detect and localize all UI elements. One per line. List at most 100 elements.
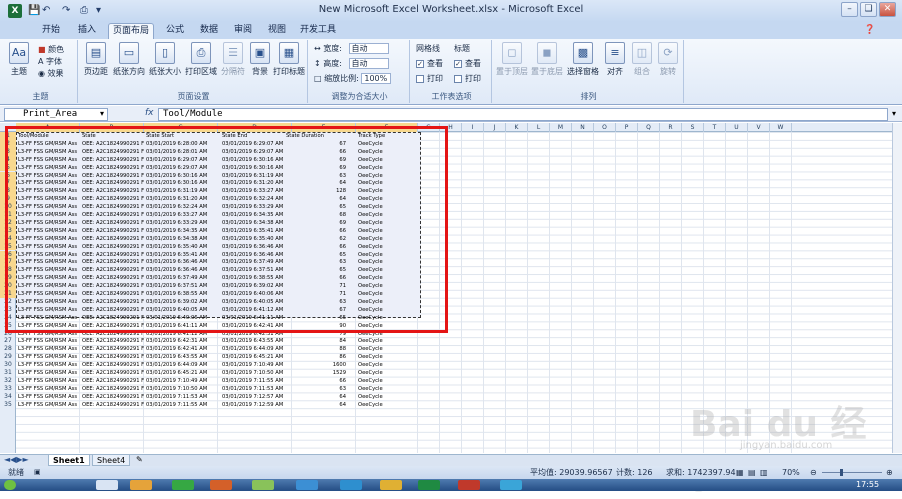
table-cell[interactable]: L3-FF FSS GM/RSM Ass xyxy=(18,282,82,290)
table-cell[interactable]: 69 xyxy=(286,219,346,227)
table-cell[interactable]: OEE: A2C1824990291 F xyxy=(82,235,146,243)
column-header-e[interactable]: E xyxy=(292,123,356,132)
table-cell[interactable]: L3-FF FSS GM/RSM Ass xyxy=(18,243,82,251)
table-cell[interactable]: 67 xyxy=(286,140,346,148)
table-cell[interactable]: OEE: A2C1824990291 F xyxy=(82,345,146,353)
table-cell[interactable]: OEE: A2C1824990291 F xyxy=(82,266,146,274)
table-cell[interactable]: 84 xyxy=(286,337,346,345)
table-cell[interactable]: 03/01/2019 6:36:46 AM xyxy=(146,258,220,266)
table-cell[interactable]: L3-FF FSS GM/RSM Ass xyxy=(18,156,82,164)
table-cell[interactable]: OEE: A2C1824990291 F xyxy=(82,306,146,314)
table-cell[interactable]: 03/01/2019 6:39:02 AM xyxy=(146,298,220,306)
column-header-p[interactable]: P xyxy=(616,123,638,132)
table-cell[interactable]: L3-FF FSS GM/RSM Ass xyxy=(18,179,82,187)
headings-view-checkbox[interactable]: ✓ xyxy=(454,59,462,68)
table-cell[interactable]: L3-FF FSS GM/RSM Ass xyxy=(18,330,82,338)
table-cell[interactable]: L3-FF FSS GM/RSM Ass xyxy=(18,401,82,409)
name-box-dropdown-icon[interactable]: ▾ xyxy=(100,109,104,118)
table-cell[interactable]: 03/01/2019 6:33:27 AM xyxy=(146,211,220,219)
table-cell[interactable]: 03/01/2019 6:41:11 AM xyxy=(146,322,220,330)
table-cell[interactable]: OeeCycle xyxy=(358,330,418,338)
sheet-tab-sheet4[interactable]: Sheet4 xyxy=(92,455,131,466)
table-cell[interactable]: L3-FF FSS GM/RSM Ass xyxy=(18,266,82,274)
row-header[interactable]: 18 xyxy=(0,266,16,275)
table-cell[interactable]: 03/01/2019 6:31:19 AM xyxy=(146,187,220,195)
table-cell[interactable]: L3-FF FSS GM/RSM Ass xyxy=(18,140,82,148)
row-header[interactable]: 13 xyxy=(0,226,16,235)
table-cell[interactable]: OEE: A2C1824990291 F xyxy=(82,393,146,401)
table-cell[interactable]: OEE: A2C1824990291 F xyxy=(82,330,146,338)
table-cell[interactable]: 03/01/2019 6:45:21 AM xyxy=(146,369,220,377)
column-header-f[interactable]: F xyxy=(356,123,418,132)
zoom-out-icon[interactable]: ⊖ xyxy=(810,466,817,479)
table-cell[interactable]: 63 xyxy=(286,298,346,306)
table-cell[interactable]: OEE: A2C1824990291 F xyxy=(82,148,146,156)
table-cell[interactable]: 03/01/2019 6:33:27 AM xyxy=(222,187,296,195)
table-cell[interactable]: 03/01/2019 6:34:35 AM xyxy=(146,227,220,235)
row-header[interactable]: 28 xyxy=(0,345,16,353)
table-cell[interactable]: OeeCycle xyxy=(358,306,418,314)
column-header-i[interactable]: I xyxy=(462,123,484,132)
table-cell[interactable]: 03/01/2019 6:31:20 AM xyxy=(222,179,296,187)
table-cell[interactable]: OEE: A2C1824990291 F xyxy=(82,172,146,180)
table-cell[interactable]: 66 xyxy=(286,243,346,251)
column-header-g[interactable]: G xyxy=(418,123,440,132)
table-cell[interactable]: 03/01/2019 6:44:09 AM xyxy=(146,361,220,369)
table-cell[interactable]: 63 xyxy=(286,172,346,180)
insert-function-icon[interactable]: fx xyxy=(145,108,154,118)
table-cell[interactable]: 03/01/2019 6:32:24 AM xyxy=(146,203,220,211)
table-cell[interactable]: 03/01/2019 6:35:41 AM xyxy=(146,251,220,259)
table-cell[interactable]: OeeCycle xyxy=(358,187,418,195)
table-cell[interactable]: 66 xyxy=(286,274,346,282)
row-header[interactable]: 20 xyxy=(0,282,16,290)
table-cell[interactable]: OEE: A2C1824990291 F xyxy=(82,401,146,409)
table-cell[interactable]: 03/01/2019 6:42:41 AM xyxy=(146,345,220,353)
row-header[interactable]: 30 xyxy=(0,361,16,369)
minimize-button[interactable]: – xyxy=(841,2,858,17)
table-cell[interactable]: OeeCycle xyxy=(358,266,418,274)
table-cell[interactable]: OeeCycle xyxy=(358,282,418,290)
table-cell[interactable]: OeeCycle xyxy=(358,290,418,298)
table-cell[interactable]: OEE: A2C1824990291 F xyxy=(82,140,146,148)
table-cell[interactable]: OeeCycle xyxy=(358,369,418,377)
table-cell[interactable]: 03/01/2019 6:32:24 AM xyxy=(222,195,296,203)
table-cell[interactable]: L3-FF FSS GM/RSM Ass xyxy=(18,172,82,180)
table-cell[interactable]: OeeCycle xyxy=(358,401,418,409)
table-cell[interactable]: 79 xyxy=(286,330,346,338)
breaks-button[interactable]: ☰ 分隔符 xyxy=(220,42,246,77)
table-cell[interactable]: 03/01/2019 6:30:16 AM xyxy=(222,164,296,172)
table-cell[interactable]: OEE: A2C1824990291 F xyxy=(82,211,146,219)
row-header[interactable]: 24 xyxy=(0,314,16,322)
row-header[interactable]: 10 xyxy=(0,203,16,211)
column-header-h[interactable]: H xyxy=(440,123,462,132)
row-header[interactable]: 4 xyxy=(0,155,16,164)
row-header[interactable]: 1 xyxy=(0,132,16,140)
taskbar-app-icon[interactable] xyxy=(96,480,118,490)
table-cell[interactable]: OeeCycle xyxy=(358,314,418,322)
table-cell[interactable]: 03/01/2019 6:43:55 AM xyxy=(146,353,220,361)
table-cell[interactable]: 03/01/2019 6:36:46 AM xyxy=(222,243,296,251)
table-cell[interactable]: OeeCycle xyxy=(358,353,418,361)
table-cell[interactable]: OeeCycle xyxy=(358,140,418,148)
table-cell[interactable]: L3-FF FSS GM/RSM Ass xyxy=(18,195,82,203)
table-cell[interactable]: OeeCycle xyxy=(358,148,418,156)
table-cell[interactable]: 03/01/2019 6:39:02 AM xyxy=(222,282,296,290)
table-cell[interactable]: 03/01/2019 6:37:49 AM xyxy=(146,274,220,282)
table-cell[interactable]: OEE: A2C1824990291 F xyxy=(82,179,146,187)
row-header[interactable]: 23 xyxy=(0,306,16,314)
table-cell[interactable]: 03/01/2019 6:41:12 AM xyxy=(146,330,220,338)
fonts-button[interactable]: A 字体 xyxy=(38,56,62,67)
tab-formulas[interactable]: 公式 xyxy=(160,23,190,39)
table-cell[interactable]: OEE: A2C1824990291 F xyxy=(82,195,146,203)
table-cell[interactable]: 03/01/2019 7:12:59 AM xyxy=(222,401,296,409)
table-cell[interactable]: OeeCycle xyxy=(358,385,418,393)
table-cell[interactable]: OEE: A2C1824990291 F xyxy=(82,219,146,227)
rotate-button[interactable]: ⟳ 旋转 xyxy=(656,42,680,77)
taskbar-app-icon[interactable] xyxy=(210,480,232,490)
send-to-back-button[interactable]: ◼ 置于底层 xyxy=(530,42,564,77)
table-cell[interactable]: 71 xyxy=(286,282,346,290)
table-cell[interactable]: L3-FF FSS GM/RSM Ass xyxy=(18,148,82,156)
row-header[interactable]: 14 xyxy=(0,234,16,243)
tab-developer[interactable]: 开发工具 xyxy=(298,23,338,39)
table-cell[interactable]: 03/01/2019 6:30:16 AM xyxy=(146,179,220,187)
